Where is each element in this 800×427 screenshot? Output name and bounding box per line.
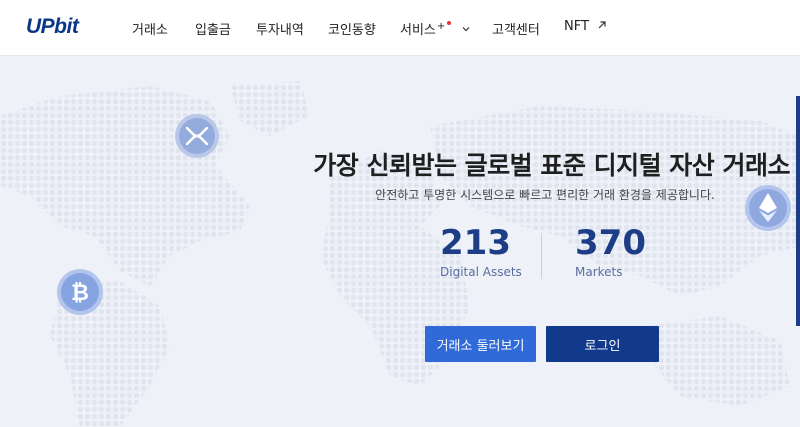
stat-markets-value: 370 bbox=[575, 223, 646, 263]
external-arrow-icon bbox=[598, 21, 606, 29]
nav-item-services-label: 서비스 bbox=[400, 23, 436, 38]
svg-text:₿: ₿ bbox=[71, 281, 89, 306]
world-map-background bbox=[0, 81, 800, 427]
nav-item-nft-label: NFT bbox=[564, 19, 589, 34]
nav-item-nft[interactable]: NFT bbox=[564, 19, 607, 34]
stat-digital-assets: 213 Digital Assets bbox=[440, 224, 522, 279]
stat-digital-assets-label: Digital Assets bbox=[440, 265, 522, 279]
ethereum-icon bbox=[745, 185, 791, 231]
nav-item-customer-center[interactable]: 고객센터 bbox=[492, 19, 540, 38]
stat-markets-label: Markets bbox=[575, 265, 623, 279]
bitcoin-icon: ₿ bbox=[57, 269, 103, 315]
top-header: UPbit 거래소 입출금 투자내역 코인동향 서비스+ 고객센터 NFT bbox=[0, 0, 800, 56]
hero-subline: 안전하고 투명한 시스템으로 빠르고 편리한 거래 환경을 제공합니다. bbox=[375, 188, 715, 202]
nav-item-deposit-withdraw[interactable]: 입출금 bbox=[195, 19, 231, 38]
new-indicator-dot bbox=[447, 21, 452, 25]
stat-divider bbox=[541, 233, 542, 279]
nav-item-coin-trends[interactable]: 코인동향 bbox=[328, 19, 376, 38]
chevron-down-icon bbox=[462, 27, 470, 32]
nav-item-investment-history[interactable]: 투자내역 bbox=[256, 19, 304, 38]
nav-item-services[interactable]: 서비스+ bbox=[400, 19, 471, 38]
stat-digital-assets-value: 213 bbox=[440, 223, 511, 263]
hero-section: ₿ 가장 신뢰받는 글로벌 표준 디지털 자산 거래소 안전하고 투명한 시스템… bbox=[0, 56, 800, 427]
hero-headline: 가장 신뢰받는 글로벌 표준 디지털 자산 거래소 bbox=[313, 151, 790, 180]
login-button[interactable]: 로그인 bbox=[546, 326, 659, 362]
stat-markets: 370 Markets bbox=[575, 224, 646, 279]
plus-mark: + bbox=[436, 21, 446, 32]
explore-exchange-button[interactable]: 거래소 둘러보기 bbox=[425, 326, 536, 362]
main-nav: 거래소 입출금 투자내역 코인동향 서비스+ 고객센터 NFT bbox=[0, 0, 800, 56]
nav-item-exchange[interactable]: 거래소 bbox=[132, 19, 168, 38]
side-scroll-indicator bbox=[796, 96, 800, 326]
